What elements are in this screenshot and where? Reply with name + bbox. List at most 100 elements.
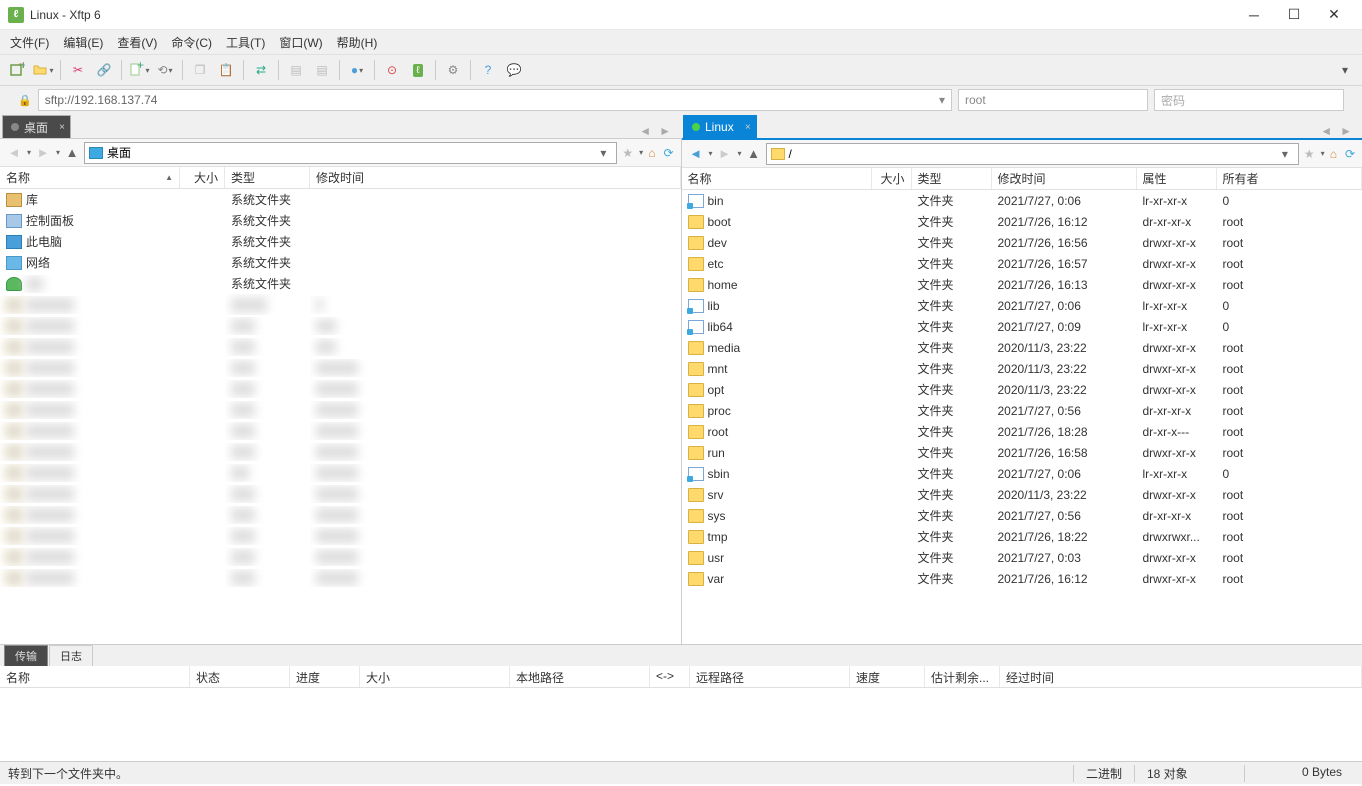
new-session-icon[interactable]: + — [6, 59, 28, 81]
minimize-button[interactable]: ─ — [1234, 0, 1274, 30]
tcol-speed[interactable]: 速度 — [850, 666, 925, 687]
list-item[interactable]: xxxxxxxxxxxxxxxxxxx — [0, 378, 681, 399]
tcol-remote[interactable]: 远程路径 — [690, 666, 850, 687]
menu-tool[interactable]: 工具(T) — [226, 34, 265, 51]
tcol-local[interactable]: 本地路径 — [510, 666, 650, 687]
local-path-input[interactable]: 桌面 ▾ — [84, 142, 617, 164]
list-item[interactable]: media文件夹2020/11/3, 23:22drwxr-xr-xroot — [682, 337, 1362, 358]
list-item[interactable]: xxxxxxxxxxxxxxxxxxx — [0, 567, 681, 588]
list-item[interactable]: xxxxxxxxxxxxxxxxxxx — [0, 525, 681, 546]
tcol-elapsed[interactable]: 经过时间 — [1000, 666, 1362, 687]
list-item[interactable]: var文件夹2021/7/26, 16:12drwxr-xr-xroot — [682, 568, 1362, 589]
tcol-status[interactable]: 状态 — [190, 666, 290, 687]
disconnect-icon[interactable]: ✂ — [67, 59, 89, 81]
reconnect-icon[interactable]: 🔗 — [93, 59, 115, 81]
list-item[interactable]: 控制面板系统文件夹 — [0, 210, 681, 231]
maximize-button[interactable]: ☐ — [1274, 0, 1314, 30]
list-item[interactable]: home文件夹2021/7/26, 16:13drwxr-xr-xroot — [682, 274, 1362, 295]
list-item[interactable]: xxxxxxxxre -xxxxxxx — [0, 462, 681, 483]
local-file-list[interactable]: 名称▲ 大小 类型 修改时间 库系统文件夹控制面板系统文件夹此电脑系统文件夹网络… — [0, 167, 681, 644]
tab-remote[interactable]: Linux × — [683, 115, 757, 138]
chat-icon[interactable]: 💬 — [503, 59, 525, 81]
col-name[interactable]: 名称 — [682, 168, 872, 189]
list-item[interactable]: lib64文件夹2021/7/27, 0:09lr-xr-xr-x0 — [682, 316, 1362, 337]
new-file-icon[interactable]: +▾ — [128, 59, 150, 81]
refresh-icon[interactable]: ⟳ — [660, 146, 676, 160]
col-owner[interactable]: 所有者 — [1217, 168, 1362, 189]
bookmark-icon[interactable]: ★ — [619, 146, 636, 160]
menu-edit[interactable]: 编辑(E) — [63, 34, 103, 51]
red-swirl-icon[interactable]: ⊙ — [381, 59, 403, 81]
list-item[interactable]: 系统文件夹 — [0, 273, 681, 294]
paste-icon[interactable]: 📋 — [215, 59, 237, 81]
menu-window[interactable]: 窗口(W) — [279, 34, 322, 51]
list-item[interactable]: dev文件夹2021/7/26, 16:56drwxr-xr-xroot — [682, 232, 1362, 253]
tcol-size[interactable]: 大小 — [360, 666, 510, 687]
list-item[interactable]: root文件夹2021/7/26, 18:28dr-xr-x---root — [682, 421, 1362, 442]
globe-icon[interactable]: ●▾ — [346, 59, 368, 81]
transfer-icon[interactable]: ⇄ — [250, 59, 272, 81]
list-item[interactable]: run文件夹2021/7/26, 16:58drwxr-xr-xroot — [682, 442, 1362, 463]
list-item[interactable]: xxxxxxxxxxxxxxxxxxx — [0, 441, 681, 462]
list-item[interactable]: proc文件夹2021/7/27, 0:56dr-xr-xr-xroot — [682, 400, 1362, 421]
list-item[interactable]: lib文件夹2021/7/27, 0:06lr-xr-xr-x0 — [682, 295, 1362, 316]
user-input[interactable]: root — [958, 89, 1148, 111]
col-attr[interactable]: 属性 — [1137, 168, 1217, 189]
green-badge-icon[interactable]: ℓ — [407, 59, 429, 81]
password-input[interactable]: 密码 — [1154, 89, 1344, 111]
list-item[interactable]: bin文件夹2021/7/27, 0:06lr-xr-xr-x0 — [682, 190, 1362, 211]
menu-file[interactable]: 文件(F) — [10, 34, 49, 51]
copy-icon[interactable]: ❐ — [189, 59, 211, 81]
col-size[interactable]: 大小 — [180, 167, 225, 188]
tab-prev-icon[interactable]: ◄ — [1320, 124, 1332, 138]
tab-transfer[interactable]: 传输 — [4, 645, 48, 666]
remote-file-list[interactable]: 名称 大小 类型 修改时间 属性 所有者 bin文件夹2021/7/27, 0:… — [682, 168, 1362, 644]
close-icon[interactable]: × — [745, 122, 751, 133]
tab-local[interactable]: 桌面 × — [2, 115, 71, 138]
list-item[interactable]: xxxxxxxxxxxx202 — [0, 336, 681, 357]
col-name[interactable]: 名称▲ — [0, 167, 180, 188]
list-item[interactable]: xxxxxxxx文件夹2 — [0, 294, 681, 315]
list-item[interactable]: xxxxxxxxxxxxxxxxxxx — [0, 399, 681, 420]
list-item[interactable]: boot文件夹2021/7/26, 16:12dr-xr-xr-xroot — [682, 211, 1362, 232]
bookmark-icon[interactable]: ★ — [1301, 147, 1318, 161]
forward-icon[interactable]: ► — [715, 144, 735, 164]
list-item[interactable]: xxxxxxxxxxxx202 — [0, 315, 681, 336]
list-item[interactable]: mnt文件夹2020/11/3, 23:22drwxr-xr-xroot — [682, 358, 1362, 379]
transfer-list[interactable] — [0, 688, 1362, 762]
list-item[interactable]: opt文件夹2020/11/3, 23:22drwxr-xr-xroot — [682, 379, 1362, 400]
up-icon[interactable]: ▲ — [62, 143, 82, 163]
tcol-eta[interactable]: 估计剩余... — [925, 666, 1000, 687]
tab-log[interactable]: 日志 — [49, 645, 93, 666]
back-icon[interactable]: ◄ — [4, 143, 24, 163]
list-item[interactable]: xxxxxxxxxxxxxxxxxxx — [0, 504, 681, 525]
list-item[interactable]: usr文件夹2021/7/27, 0:03drwxr-xr-xroot — [682, 547, 1362, 568]
list-item[interactable]: sys文件夹2021/7/27, 0:56dr-xr-xr-xroot — [682, 505, 1362, 526]
close-icon[interactable]: × — [59, 122, 65, 133]
list-item[interactable]: xxxxxxxxxxxxxxxxxxx — [0, 546, 681, 567]
col-type[interactable]: 类型 — [912, 168, 992, 189]
doc1-icon[interactable]: ▤ — [285, 59, 307, 81]
tab-prev-icon[interactable]: ◄ — [639, 124, 651, 138]
close-button[interactable]: ✕ — [1314, 0, 1354, 30]
tcol-progress[interactable]: 进度 — [290, 666, 360, 687]
menu-help[interactable]: 帮助(H) — [337, 34, 378, 51]
col-modified[interactable]: 修改时间 — [992, 168, 1137, 189]
home-icon[interactable]: ⌂ — [1327, 147, 1340, 161]
col-size[interactable]: 大小 — [872, 168, 912, 189]
tcol-dir[interactable]: <-> — [650, 666, 690, 687]
col-type[interactable]: 类型 — [225, 167, 310, 188]
settings-icon[interactable]: ⚙ — [442, 59, 464, 81]
tab-next-icon[interactable]: ► — [1340, 124, 1352, 138]
list-item[interactable]: tmp文件夹2021/7/26, 18:22drwxrwxr...root — [682, 526, 1362, 547]
doc2-icon[interactable]: ▤ — [311, 59, 333, 81]
list-item[interactable]: sbin文件夹2021/7/27, 0:06lr-xr-xr-x0 — [682, 463, 1362, 484]
open-folder-icon[interactable]: ▾ — [32, 59, 54, 81]
remote-path-input[interactable]: / ▾ — [766, 143, 1299, 165]
refresh-icon[interactable]: ⟳ — [1342, 147, 1358, 161]
tcol-name[interactable]: 名称 — [0, 666, 190, 687]
list-item[interactable]: xxxxxxxxxxxxxxxxxxx — [0, 483, 681, 504]
forward-icon[interactable]: ► — [33, 143, 53, 163]
list-item[interactable]: 库系统文件夹 — [0, 189, 681, 210]
list-item[interactable]: 网络系统文件夹 — [0, 252, 681, 273]
